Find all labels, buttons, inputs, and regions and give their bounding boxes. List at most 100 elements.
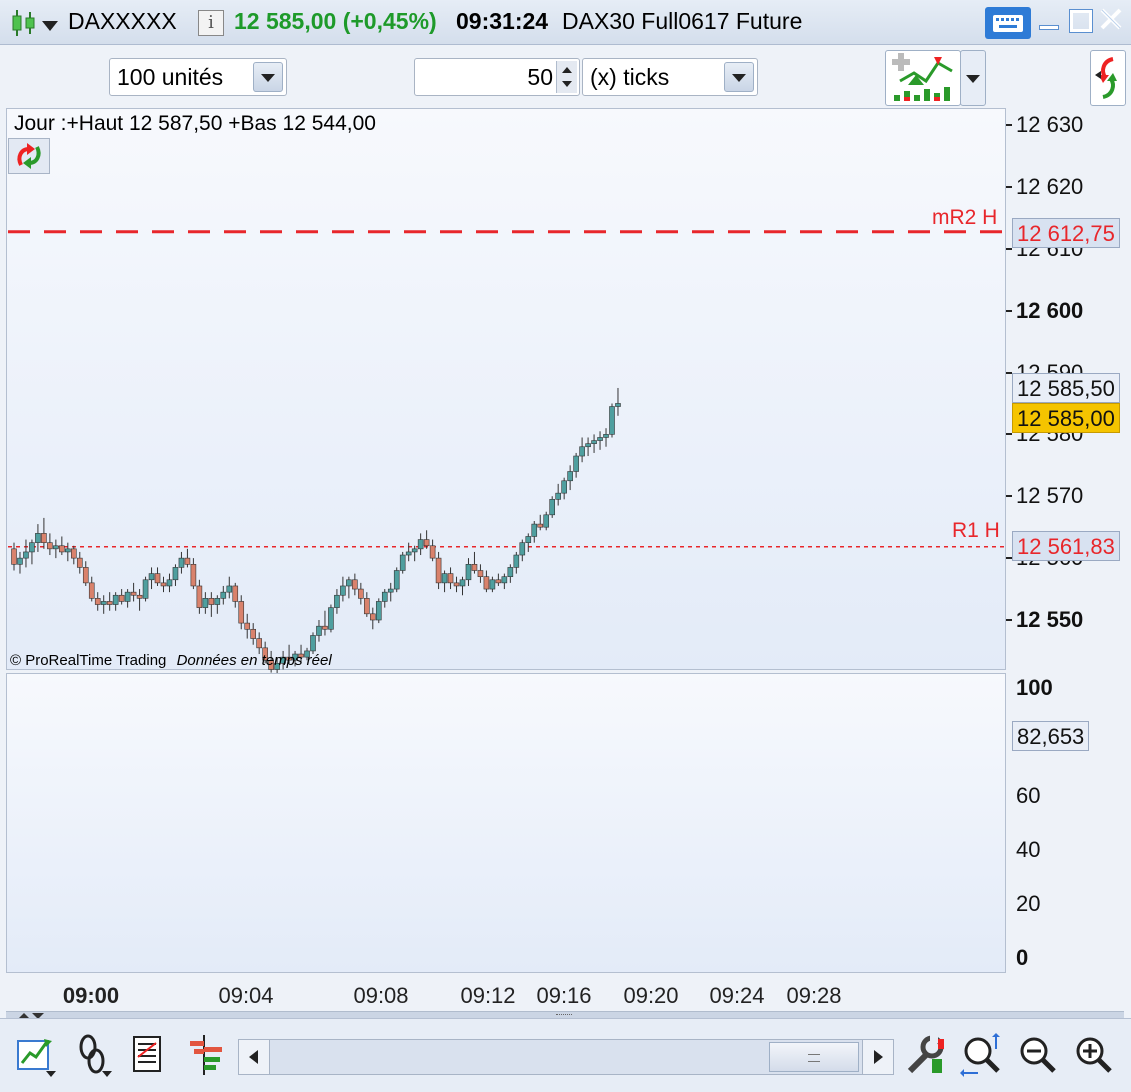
wrench-icon (907, 1035, 944, 1074)
zoom-fit-button[interactable] (960, 1033, 1004, 1077)
candle-body (112, 594, 119, 605)
candle-body (65, 548, 71, 553)
candle-body (453, 582, 460, 587)
chevron-left-icon (249, 1050, 258, 1064)
candle-body (387, 588, 394, 593)
candle-body (531, 523, 538, 537)
candle-body (525, 536, 532, 543)
candle-body (250, 628, 256, 639)
candle-body (47, 542, 53, 550)
object-list-button[interactable] (130, 1033, 174, 1077)
time-tick-label: 09:28 (786, 983, 842, 1008)
candle-body (214, 598, 221, 605)
chevron-right-icon (874, 1050, 883, 1064)
indicator-tick-label: 100 (1016, 675, 1053, 700)
candle-body (597, 437, 603, 441)
candle-body (196, 585, 203, 608)
candle-body (375, 601, 382, 621)
candle-body (118, 594, 125, 602)
bottom-toolbar (0, 1018, 1131, 1092)
watermark-brand: © ProRealTime Trading (10, 652, 167, 669)
candle-body (220, 591, 227, 599)
candle-body (154, 573, 161, 584)
candle-body (501, 576, 508, 584)
candle-body (148, 573, 155, 581)
link-button[interactable] (74, 1033, 118, 1077)
candle-body (328, 607, 334, 630)
price-tick (1006, 433, 1012, 436)
watermark-data: Données en temps réel (176, 652, 332, 669)
level-tag-r1h: 12 561,83 (1012, 531, 1120, 561)
price-tick-label: 12 550 (1016, 607, 1084, 632)
order-book-icon (190, 1035, 222, 1075)
candle-body (41, 533, 47, 543)
indicator-tick-label: 60 (1016, 783, 1041, 808)
candle-body (11, 548, 17, 565)
candle-body (585, 443, 591, 448)
candle-body (244, 622, 251, 630)
candle-body (136, 594, 143, 599)
candle-body (555, 492, 561, 500)
candle-body (172, 567, 179, 581)
chain-link-icon (79, 1034, 112, 1077)
candle-body (208, 598, 215, 605)
scroll-left-button[interactable] (239, 1040, 270, 1074)
chart-type-button[interactable] (16, 1033, 60, 1077)
candle-body (549, 499, 556, 516)
candle-body (256, 638, 262, 649)
candle-body (88, 582, 95, 599)
price-tick (1006, 185, 1012, 188)
candle-body (411, 548, 418, 553)
refresh-arrows-icon (17, 143, 41, 169)
candle-body (513, 554, 520, 568)
candle-body (160, 582, 167, 587)
candle-body (17, 557, 23, 565)
order-book-button[interactable] (186, 1033, 230, 1077)
candle-body (573, 455, 579, 472)
price-tick (1006, 495, 1012, 498)
time-tick-label: 09:20 (623, 983, 679, 1008)
candle-body (166, 579, 173, 587)
scroll-right-button[interactable] (862, 1040, 893, 1074)
candle-body (346, 579, 352, 587)
candle-body (495, 579, 502, 584)
time-tick-label: 09:08 (353, 983, 409, 1008)
candle-body (381, 591, 388, 602)
candle-body (53, 545, 59, 550)
refresh-arrows-button[interactable] (8, 138, 50, 174)
candle-body (591, 440, 597, 444)
indicator-panel[interactable] (6, 673, 1006, 973)
zoom-fit-icon (960, 1033, 1000, 1077)
horizontal-scrollbar[interactable] (238, 1039, 894, 1075)
indicator-tick-label: 40 (1016, 837, 1041, 862)
candle-body (76, 557, 83, 568)
candle-body (238, 601, 245, 624)
candle-body (369, 613, 376, 621)
scroll-thumb[interactable] (769, 1042, 859, 1072)
zoom-in-button[interactable] (1072, 1033, 1116, 1077)
price-tick-label: 12 600 (1016, 297, 1084, 323)
candle-body (609, 406, 615, 435)
candle-body (130, 591, 137, 596)
candle-body (29, 542, 35, 553)
zoom-out-button[interactable] (1016, 1033, 1060, 1077)
candle-body (459, 579, 466, 587)
candle-body (567, 471, 573, 482)
time-tick-label: 09:00 (62, 983, 120, 1008)
candle-body (316, 625, 322, 636)
settings-button[interactable] (904, 1033, 948, 1077)
candle-body (82, 567, 89, 584)
price-tick (1006, 309, 1012, 312)
candle-body (405, 551, 412, 556)
candle-body (471, 564, 478, 571)
price-tick (1006, 124, 1012, 126)
candle-body (441, 573, 448, 584)
indicator-tick-label: 20 (1016, 891, 1041, 916)
time-tick-label: 09:12 (460, 983, 516, 1008)
level-label-mr2h: mR2 H (932, 206, 998, 229)
candle-body (226, 585, 233, 593)
candle-body (447, 573, 454, 584)
candle-body (489, 579, 496, 590)
candle-body (435, 557, 442, 584)
candle-body (59, 545, 65, 553)
